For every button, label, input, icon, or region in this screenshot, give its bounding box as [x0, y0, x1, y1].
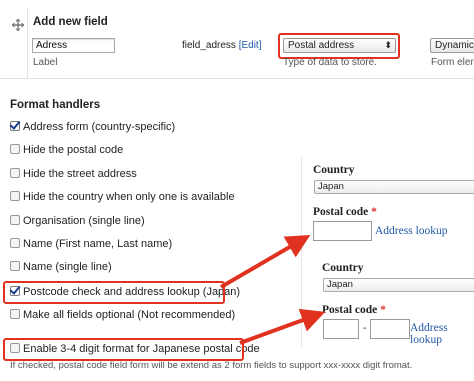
required-mark: * — [380, 304, 386, 316]
preview2-postal-label: Postal code * — [322, 304, 386, 316]
postal-label-text: Postal code — [313, 206, 369, 218]
preview2-address-lookup-link[interactable]: Address lookup — [410, 322, 474, 346]
widget-select[interactable]: Dynamic — [430, 38, 474, 53]
arrow-icon — [239, 308, 326, 345]
preview1-country-label: Country — [313, 164, 355, 176]
digit-format-help: If checked, postal code field form will … — [10, 360, 413, 371]
field-label-input[interactable]: Adress — [32, 38, 115, 53]
highlight-type-select — [278, 33, 400, 59]
checkbox-icon[interactable] — [10, 144, 20, 154]
highlight-digit-format-option — [3, 338, 244, 361]
preview1-postal-label: Postal code * — [313, 206, 377, 218]
column-separator — [27, 8, 28, 78]
postal-separator: - — [363, 323, 367, 334]
field-type-help: Type of data to store. — [283, 57, 377, 68]
preview1-country-select[interactable]: Japan — [314, 180, 474, 194]
divider — [0, 78, 474, 79]
preview2-country-select[interactable]: Japan — [323, 278, 474, 292]
option-label: Hide the postal code — [23, 144, 124, 156]
checkbox-icon[interactable] — [10, 215, 20, 225]
required-mark: * — [371, 206, 377, 218]
widget-help: Form elem — [431, 57, 474, 68]
machine-name: field_adress [Edit] — [182, 40, 262, 51]
edit-machine-name-link[interactable]: [Edit] — [239, 40, 262, 51]
checkbox-icon[interactable] — [10, 309, 20, 319]
drag-handle-icon[interactable] — [12, 19, 24, 31]
preview2-postal-input-1[interactable] — [323, 319, 359, 339]
machine-name-value: field_adress — [182, 40, 236, 51]
preview2-postal-input-2[interactable] — [370, 319, 410, 339]
format-handlers-title: Format handlers — [10, 99, 101, 111]
option-label: Hide the street address — [23, 168, 137, 180]
postal-label-text: Postal code — [322, 304, 378, 316]
highlight-postcode-option — [3, 281, 225, 304]
label-caption: Label — [33, 57, 58, 68]
arrow-icon — [219, 234, 311, 289]
preview1-postal-input[interactable] — [313, 221, 372, 241]
option-label: Name (First name, Last name) — [23, 238, 173, 250]
preview2-country-label: Country — [322, 262, 364, 274]
checkbox-icon[interactable] — [10, 191, 20, 201]
option-label: Hide the country when only one is availa… — [23, 191, 235, 203]
option-label: Organisation (single line) — [23, 215, 145, 227]
checkbox-icon[interactable] — [10, 121, 20, 131]
option-label: Make all fields optional (Not recommende… — [23, 309, 236, 321]
option-label: Address form (country-specific) — [23, 121, 176, 133]
checkbox-icon[interactable] — [10, 238, 20, 248]
checkbox-icon[interactable] — [10, 168, 20, 178]
preview1-address-lookup-link[interactable]: Address lookup — [375, 225, 448, 237]
add-field-title: Add new field — [33, 16, 108, 28]
preview-separator — [301, 157, 302, 347]
option-label: Name (single line) — [23, 261, 112, 273]
checkbox-icon[interactable] — [10, 261, 20, 271]
